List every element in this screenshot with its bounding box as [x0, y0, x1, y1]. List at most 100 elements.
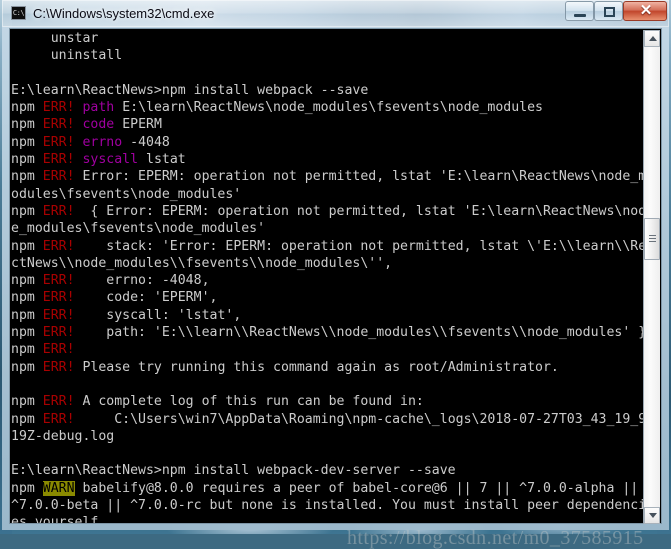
- console-line: npm ERR! syscall: 'lstat',: [11, 307, 644, 324]
- console-text-span: E:\learn\ReactNews>npm install webpack-d…: [11, 463, 456, 479]
- console-line: npm ERR! Error: EPERM: operation not per…: [11, 168, 644, 185]
- console-text-span: ERR!: [42, 394, 75, 410]
- console-line: npm ERR! { Error: EPERM: operation not p…: [11, 203, 644, 220]
- console-text-span: ctNews\\node_modules\\fsevents\\node_mod…: [11, 255, 393, 271]
- console-text-span: npm: [11, 480, 43, 496]
- console-text-span: npm: [11, 273, 43, 289]
- console-line: uninstall: [11, 47, 644, 64]
- window-body: unstar uninstall E:\learn\ReactNews>npm i…: [2, 27, 669, 549]
- console-text-span: npm: [11, 394, 43, 410]
- scrollbar-grip-icon: [649, 235, 656, 243]
- scrollbar-down-button[interactable]: [644, 507, 660, 524]
- console-text-span: code: 'EPERM',: [74, 290, 218, 306]
- console-text-span: npm: [11, 342, 43, 358]
- console-text-span: babelify@8.0.0 requires a peer of babel-…: [74, 480, 639, 496]
- console-line: e_modules\fsevents\node_modules': [11, 220, 644, 237]
- console-text-span: npm: [11, 290, 43, 306]
- console-output[interactable]: unstar uninstall E:\learn\ReactNews>npm i…: [10, 29, 644, 523]
- console-text-span: E:\learn\ReactNews\node_modules\fsevents…: [114, 100, 543, 116]
- minimize-icon: [574, 14, 586, 17]
- console-text-span: code: [82, 117, 115, 133]
- minimize-button[interactable]: [565, 1, 594, 21]
- console-text-span: errno: [82, 134, 123, 150]
- console-text-span: EPERM: [114, 117, 162, 133]
- console-line: ctNews\\node_modules\\fsevents\\node_mod…: [11, 255, 644, 272]
- console-text-span: E:\learn\ReactNews>npm install webpack -…: [11, 82, 369, 98]
- console-text-span: npm: [11, 203, 43, 219]
- window-titlebar[interactable]: C:\ C:\Windows\system32\cmd.exe ✕: [2, 0, 669, 27]
- console-text-span: ERR!: [42, 411, 75, 427]
- console-text-span: ERR!: [42, 290, 75, 306]
- console-text-span: path: 'E:\\learn\\ReactNews\\node_module…: [74, 325, 644, 341]
- console-line: npm ERR! Please try running this command…: [11, 359, 644, 376]
- console-text-span: { Error: EPERM: operation not permitted,…: [74, 203, 644, 219]
- console-text-span: npm: [11, 411, 43, 427]
- console-line: unstar: [11, 30, 644, 47]
- chevron-down-icon: [649, 513, 657, 518]
- console-text-span: A complete log of this run can be found …: [74, 394, 424, 410]
- console-text-span: Please try running this command again as…: [74, 359, 559, 375]
- console-text-span: ERR!: [42, 307, 75, 323]
- console-text-span: ERR!: [42, 238, 75, 254]
- console-text-span: stack: 'Error: EPERM: operation not perm…: [74, 238, 644, 254]
- console-line: npm ERR! syscall lstat: [11, 151, 644, 168]
- console-line: npm ERR! errno: -4048,: [11, 272, 644, 289]
- console-line: npm ERR! path: 'E:\\learn\\ReactNews\\no…: [11, 324, 644, 341]
- console-line: odules\fsevents\node_modules': [11, 186, 644, 203]
- console-line: npm ERR! errno -4048: [11, 134, 644, 151]
- scrollbar-up-button[interactable]: [644, 30, 660, 47]
- console-text-span: ERR!: [42, 359, 75, 375]
- console-scrollbar[interactable]: [643, 30, 660, 524]
- console-text-span: ERR!: [42, 117, 75, 133]
- console-text-span: ERR!: [42, 169, 75, 185]
- console-text-span: ERR!: [42, 273, 75, 289]
- close-button[interactable]: ✕: [623, 1, 667, 21]
- console-text-span: npm: [11, 325, 43, 341]
- console-text-span: es yourself.: [11, 515, 107, 523]
- console-text-span: C:\Users\win7\AppData\Roaming\npm-cache\…: [74, 411, 644, 427]
- console-line: ^7.0.0-beta || ^7.0.0-rc but none is ins…: [11, 497, 644, 514]
- console-text-span: ERR!: [42, 100, 75, 116]
- console-text-span: 19Z-debug.log: [11, 428, 115, 444]
- console-text-span: lstat: [138, 152, 186, 168]
- console-text-span: syscall: [82, 152, 139, 168]
- console-line: E:\learn\ReactNews>npm install webpack -…: [11, 82, 644, 99]
- console-line: npm ERR!: [11, 341, 644, 358]
- console-text-span: npm: [11, 100, 43, 116]
- chevron-up-icon: [649, 36, 657, 41]
- console-line: es yourself.: [11, 514, 644, 523]
- console-text-span: unstar: [11, 31, 99, 46]
- console-line: npm WARN babelify@8.0.0 requires a peer …: [11, 480, 644, 497]
- scrollbar-thumb[interactable]: [644, 218, 660, 260]
- console-line: npm ERR! path E:\learn\ReactNews\node_mo…: [11, 99, 644, 116]
- console-line: npm ERR! stack: 'Error: EPERM: operation…: [11, 238, 644, 255]
- console-text-span: ERR!: [42, 342, 75, 358]
- close-icon: ✕: [639, 2, 653, 19]
- console-text-span: npm: [11, 169, 43, 185]
- console-line: npm ERR! code EPERM: [11, 116, 644, 133]
- console-text-span: npm: [11, 307, 43, 323]
- console-text-span: npm: [11, 238, 43, 254]
- cmd-window: C:\ C:\Windows\system32\cmd.exe ✕ unstar…: [2, 0, 669, 549]
- console-frame: unstar uninstall E:\learn\ReactNews>npm i…: [9, 28, 662, 549]
- console-text-span: syscall: 'lstat',: [74, 307, 242, 323]
- console-text-span: errno: -4048,: [74, 273, 210, 289]
- console-text-span: odules\fsevents\node_modules': [11, 186, 242, 202]
- console-text-span: WARN: [42, 480, 75, 496]
- maximize-icon: [604, 7, 615, 17]
- console-line: npm ERR! A complete log of this run can …: [11, 393, 644, 410]
- window-title: C:\Windows\system32\cmd.exe: [33, 6, 215, 21]
- console-text-span: uninstall: [11, 48, 123, 64]
- console-text-span: ERR!: [42, 325, 75, 341]
- cmd-icon: C:\: [11, 6, 26, 20]
- maximize-button[interactable]: [594, 1, 623, 21]
- console-text-span: path: [82, 100, 115, 116]
- console-text-span: npm: [11, 359, 43, 375]
- console-text-span: ^7.0.0-beta || ^7.0.0-rc but none is ins…: [11, 498, 644, 514]
- console-line: npm ERR! code: 'EPERM',: [11, 289, 644, 306]
- console-text-span: ERR!: [42, 134, 75, 150]
- console-text-span: ERR!: [42, 152, 75, 168]
- console-text-span: -4048: [122, 134, 170, 150]
- console-line: npm ERR! C:\Users\win7\AppData\Roaming\n…: [11, 411, 644, 428]
- console-text-span: npm: [11, 117, 43, 133]
